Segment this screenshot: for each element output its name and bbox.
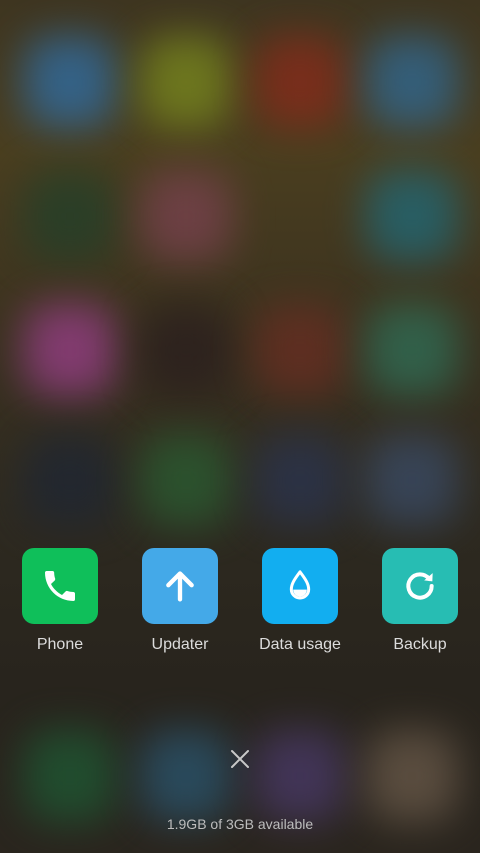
phone-app-icon[interactable]	[22, 548, 98, 624]
blurred-app-icon	[366, 434, 458, 526]
backup-app-label: Backup	[393, 636, 447, 653]
blurred-app-icon	[24, 36, 116, 128]
updater-app-icon[interactable]	[142, 548, 218, 624]
blurred-app-icon	[366, 304, 458, 396]
backup-app-icon[interactable]	[382, 548, 458, 624]
blurred-app-icon	[254, 730, 346, 822]
recent-app-updater[interactable]: Updater	[120, 548, 240, 654]
refresh-circle-icon	[406, 572, 434, 600]
blurred-app-icon	[254, 36, 346, 128]
blurred-app-icon	[24, 304, 116, 396]
blurred-app-icon	[140, 730, 232, 822]
clear-recents-button[interactable]	[222, 741, 258, 777]
blurred-home-screen	[0, 0, 480, 853]
blurred-app-icon	[254, 434, 346, 526]
data-usage-app-label: Data usage	[259, 636, 341, 653]
updater-app-label: Updater	[151, 636, 209, 653]
phone-app-label: Phone	[36, 636, 84, 653]
memory-status-text: 1.9GB of 3GB available	[166, 816, 314, 832]
blurred-app-icon	[366, 170, 458, 262]
water-drop-icon	[289, 570, 311, 600]
blurred-app-icon	[366, 36, 458, 128]
close-icon	[231, 750, 249, 768]
phone-icon	[45, 571, 75, 601]
blurred-app-icon	[366, 730, 458, 822]
blurred-app-icon	[24, 730, 116, 822]
recent-app-phone[interactable]: Phone	[0, 548, 120, 654]
blurred-app-icon	[24, 170, 116, 262]
blurred-app-icon	[254, 304, 346, 396]
blurred-app-icon	[140, 304, 232, 396]
blurred-app-icon	[140, 36, 232, 128]
blurred-app-icon	[140, 434, 232, 526]
blurred-app-icon	[24, 434, 116, 526]
recent-app-backup[interactable]: Backup	[360, 548, 480, 654]
recent-apps-row: Phone Updater Data usage Backup	[0, 548, 480, 654]
data-usage-app-icon[interactable]	[262, 548, 338, 624]
recent-app-data-usage[interactable]: Data usage	[240, 548, 360, 654]
blurred-app-icon	[140, 170, 232, 262]
arrow-up-icon	[166, 571, 194, 602]
